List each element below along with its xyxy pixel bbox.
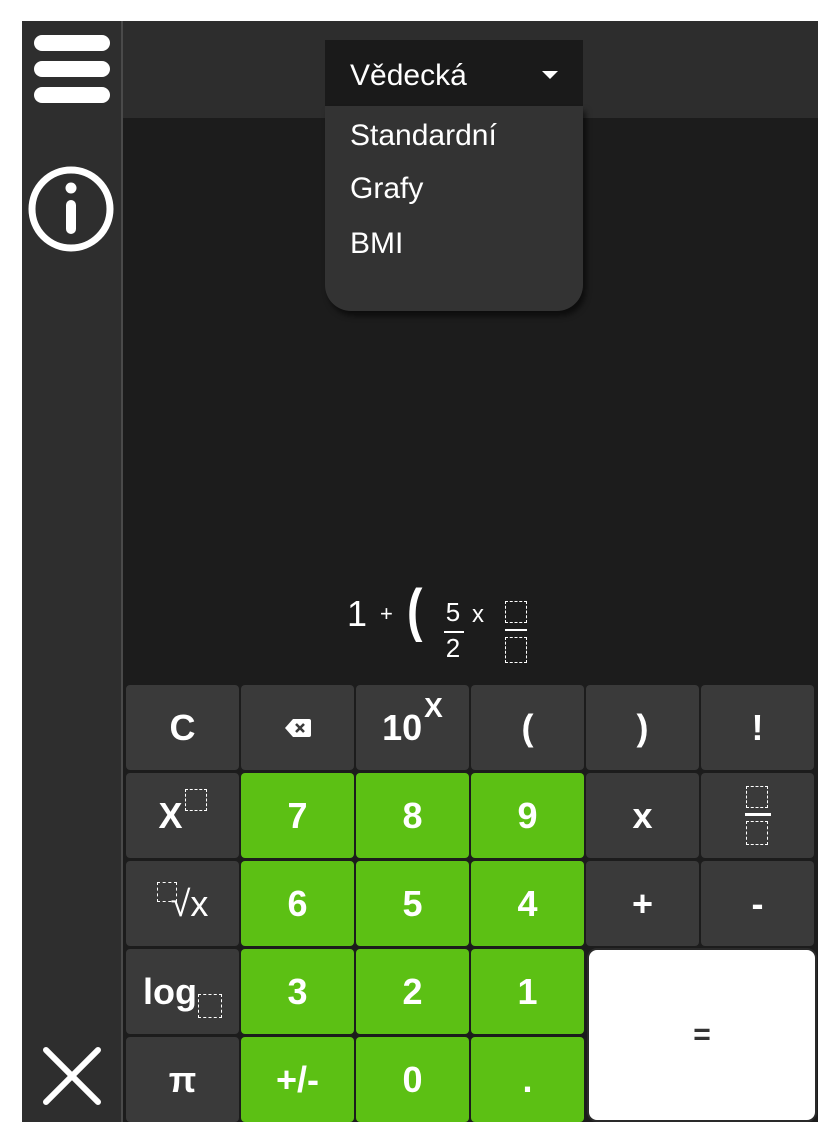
expression-empty-fraction[interactable] [502,601,530,663]
mode-select[interactable]: Vědecká [325,40,583,106]
info-icon[interactable] [27,165,115,253]
fraction-icon [744,785,771,846]
three-button[interactable]: 3 [241,949,354,1034]
mode-option-bmi[interactable]: BMI [350,227,403,261]
six-button[interactable]: 6 [241,861,354,946]
fraction-button[interactable] [701,773,814,858]
mode-option-standardni[interactable]: Standardní [350,119,497,153]
hamburger-menu-icon[interactable] [34,35,110,103]
equals-button[interactable]: = [587,948,817,1122]
expression-open-paren: ( [407,578,423,643]
expression-times: x [472,601,484,628]
open-paren-button[interactable]: ( [471,685,584,770]
two-button[interactable]: 2 [356,949,469,1034]
nine-button[interactable]: 9 [471,773,584,858]
factorial-button[interactable]: ! [701,685,814,770]
expression-number: 1 [347,593,368,634]
plus-button[interactable]: + [586,861,699,946]
mode-selected-label: Vědecká [350,59,467,92]
mode-dropdown-menu: Standardní Grafy BMI [325,106,583,311]
keypad: C 10 X ( ) ! X 7 8 9 x √x 6 5 4 + - log … [126,685,818,1122]
sign-toggle-button[interactable]: +/- [241,1037,354,1122]
ten-power-button[interactable]: 10 X [356,685,469,770]
pi-button[interactable]: π [126,1037,239,1122]
expression-display: 1 + ( 5 2 x [347,577,547,663]
placeholder-box-icon [184,788,207,811]
backspace-icon [284,718,311,737]
seven-button[interactable]: 7 [241,773,354,858]
fraction-denominator: 2 [445,633,461,663]
log-button[interactable]: log [126,949,239,1034]
calculator-window: Vědecká Standardní Grafy BMI 1 + ( 5 2 x… [22,21,818,1122]
close-icon[interactable] [42,1046,102,1106]
backspace-button[interactable] [241,685,354,770]
close-paren-button[interactable]: ) [586,685,699,770]
zero-button[interactable]: 0 [356,1037,469,1122]
one-button[interactable]: 1 [471,949,584,1034]
clear-button[interactable]: C [126,685,239,770]
root-button[interactable]: √x [126,861,239,946]
fraction-numerator: 5 [445,597,461,627]
decimal-button[interactable]: . [471,1037,584,1122]
eight-button[interactable]: 8 [356,773,469,858]
four-button[interactable]: 4 [471,861,584,946]
five-button[interactable]: 5 [356,861,469,946]
expression-plus: + [380,601,393,626]
expression-fraction: 5 2 [442,593,466,667]
mode-option-grafy[interactable]: Grafy [350,172,423,206]
power-button[interactable]: X [126,773,239,858]
sidebar [22,21,123,1122]
placeholder-box-icon [197,993,222,1018]
multiply-button[interactable]: x [586,773,699,858]
caret-down-icon [542,71,558,79]
minus-button[interactable]: - [701,861,814,946]
placeholder-box-icon [156,881,177,902]
